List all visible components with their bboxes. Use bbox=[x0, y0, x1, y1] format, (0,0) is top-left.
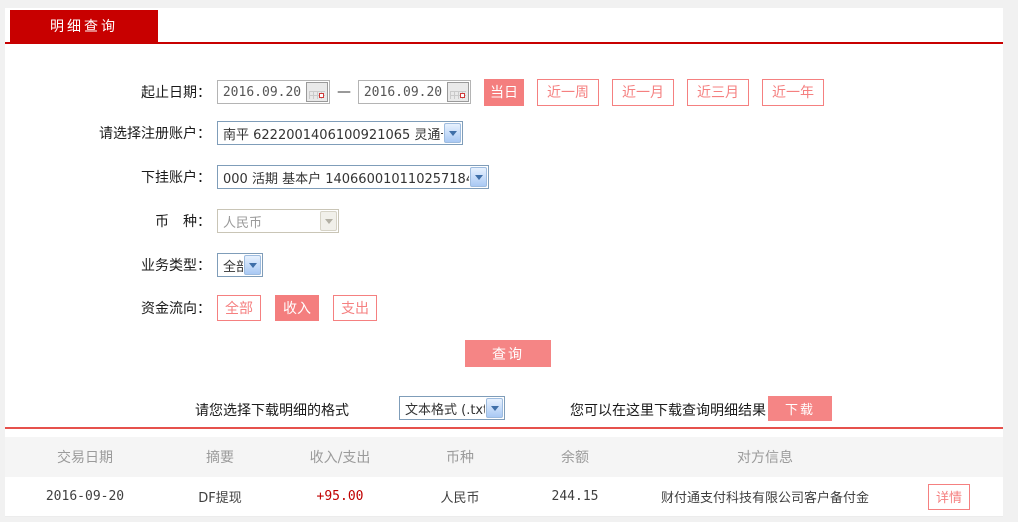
chevron-down-icon bbox=[320, 211, 337, 231]
fund-flow-expense-button[interactable]: 支出 bbox=[333, 295, 377, 321]
query-button[interactable]: 查询 bbox=[465, 340, 551, 367]
business-type-label: 业务类型： bbox=[141, 258, 211, 274]
currency-row: 币 种： 人民币 bbox=[5, 209, 1003, 233]
detail-query-panel: 明细查询 起止日期： — 当日 近一周 近一月 bbox=[5, 8, 1003, 517]
table-header-row: 交易日期 摘要 收入/支出 币种 余额 对方信息 bbox=[5, 437, 1003, 477]
quick-range-3months-button[interactable]: 近三月 bbox=[687, 78, 749, 106]
download-format-select[interactable]: 文本格式 (.txt) bbox=[399, 396, 505, 420]
start-date-calendar-icon[interactable] bbox=[306, 82, 328, 102]
query-form: 起止日期： — 当日 近一周 近一月 近三月 近一年 bbox=[5, 44, 1003, 517]
date-range-label: 起止日期： bbox=[141, 85, 211, 101]
download-format-label: 请您选择下载明细的格式 bbox=[195, 403, 349, 419]
header-summary: 摘要 bbox=[206, 450, 234, 466]
quick-range-month-button[interactable]: 近一月 bbox=[612, 78, 674, 106]
business-type-row: 业务类型： 全部 bbox=[5, 253, 1003, 277]
start-date-field[interactable] bbox=[217, 80, 330, 104]
date-range-dash: — bbox=[337, 84, 351, 100]
download-format-value: 文本格式 (.txt) bbox=[405, 402, 485, 418]
start-date-input[interactable] bbox=[218, 84, 306, 100]
currency-label: 币 种： bbox=[155, 214, 211, 230]
sub-account-row: 下挂账户： 000 活期 基本户 1406600101102571848 bbox=[5, 165, 1003, 189]
chevron-down-icon[interactable] bbox=[244, 255, 261, 275]
chevron-down-icon[interactable] bbox=[486, 398, 503, 418]
detail-button[interactable]: 详情 bbox=[928, 483, 970, 510]
end-date-input[interactable] bbox=[359, 84, 447, 100]
download-row: 请您选择下载明细的格式 文本格式 (.txt) 您可以在这里下载查询明细结果 下… bbox=[5, 396, 1003, 421]
cell-amount: +95.00 bbox=[316, 489, 364, 504]
register-account-select[interactable]: 南平 6222001406100921065 灵通卡 bbox=[217, 121, 463, 145]
register-account-value: 南平 6222001406100921065 灵通卡 bbox=[223, 127, 443, 143]
header-balance: 余额 bbox=[561, 450, 589, 466]
sub-account-select[interactable]: 000 活期 基本户 1406600101102571848 bbox=[217, 165, 489, 189]
header-currency: 币种 bbox=[446, 450, 474, 466]
currency-select: 人民币 bbox=[217, 209, 339, 233]
fund-flow-label: 资金流向： bbox=[141, 301, 211, 317]
fund-flow-row: 资金流向： 全部 收入 支出 bbox=[5, 295, 1003, 321]
business-type-select[interactable]: 全部 bbox=[217, 253, 263, 277]
tab-detail-query[interactable]: 明细查询 bbox=[10, 10, 158, 42]
download-hint: 您可以在这里下载查询明细结果 bbox=[570, 403, 766, 419]
fund-flow-income-button[interactable]: 收入 bbox=[275, 295, 319, 321]
quick-range-week-button[interactable]: 近一周 bbox=[537, 78, 599, 106]
header-counterparty: 对方信息 bbox=[737, 450, 793, 466]
register-account-row: 请选择注册账户： 南平 6222001406100921065 灵通卡 bbox=[5, 121, 1003, 145]
date-range-row: 起止日期： — 当日 近一周 近一月 近三月 近一年 bbox=[5, 78, 1003, 106]
chevron-down-icon[interactable] bbox=[470, 167, 487, 187]
end-date-field[interactable] bbox=[358, 80, 471, 104]
cell-currency: 人民币 bbox=[440, 491, 480, 506]
header-trade-date: 交易日期 bbox=[57, 450, 113, 466]
table-top-separator bbox=[5, 427, 1003, 429]
cell-trade-date: 2016-09-20 bbox=[45, 489, 125, 504]
end-date-calendar-icon[interactable] bbox=[447, 82, 469, 102]
quick-range-year-button[interactable]: 近一年 bbox=[762, 78, 824, 106]
table-row: 2016-09-20 DF提现 +95.00 人民币 244.15 财付通支付科… bbox=[5, 477, 1003, 517]
cell-counterparty: 财付通支付科技有限公司客户备付金 bbox=[660, 491, 869, 506]
sub-account-label: 下挂账户： bbox=[141, 170, 211, 186]
download-button[interactable]: 下载 bbox=[768, 396, 832, 421]
cell-summary: DF提现 bbox=[198, 491, 242, 506]
quick-range-today-button[interactable]: 当日 bbox=[484, 78, 524, 106]
currency-value: 人民币 bbox=[223, 215, 263, 231]
fund-flow-all-button[interactable]: 全部 bbox=[217, 295, 261, 321]
cell-balance: 244.15 bbox=[551, 489, 599, 504]
business-type-value: 全部 bbox=[223, 259, 243, 275]
sub-account-value: 000 活期 基本户 1406600101102571848 bbox=[223, 171, 469, 187]
chevron-down-icon[interactable] bbox=[444, 123, 461, 143]
header-income-expense: 收入/支出 bbox=[309, 450, 371, 466]
register-account-label: 请选择注册账户： bbox=[99, 126, 211, 142]
